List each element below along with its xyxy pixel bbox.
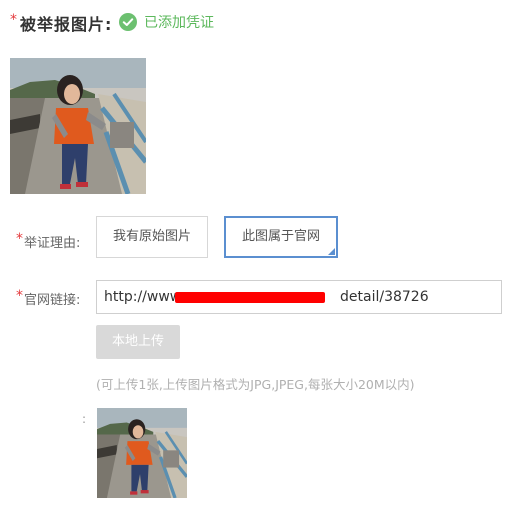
redaction-bar bbox=[175, 292, 325, 303]
page-title: 被举报图片: bbox=[20, 15, 113, 34]
reason-option-official-site[interactable]: 此图属于官网 bbox=[224, 216, 338, 258]
required-mark: * bbox=[16, 231, 23, 247]
url-prefix: http://www bbox=[104, 289, 182, 305]
reason-label: 举证理由: bbox=[24, 236, 81, 251]
reason-option-original-image[interactable]: 我有原始图片 bbox=[96, 216, 208, 258]
status-badge: 已添加凭证 bbox=[144, 15, 214, 31]
required-mark: * bbox=[10, 12, 17, 28]
url-suffix: detail/38726 bbox=[340, 289, 429, 305]
selected-corner-icon bbox=[328, 248, 335, 255]
official-link-input[interactable]: http://www detail/38726 bbox=[96, 280, 502, 314]
upload-hint: (可上传1张,上传图片格式为JPG,JPEG,每张大小20M以内) bbox=[96, 377, 415, 392]
official-link-label: 官网链接: bbox=[24, 293, 81, 308]
thumb-label: : bbox=[82, 412, 87, 426]
reported-image bbox=[10, 58, 146, 194]
required-mark: * bbox=[16, 288, 23, 304]
uploaded-thumbnail[interactable] bbox=[97, 408, 187, 498]
local-upload-button[interactable]: 本地上传 bbox=[96, 325, 180, 359]
reason-option-label: 此图属于官网 bbox=[241, 229, 320, 244]
check-circle-icon bbox=[119, 13, 137, 35]
